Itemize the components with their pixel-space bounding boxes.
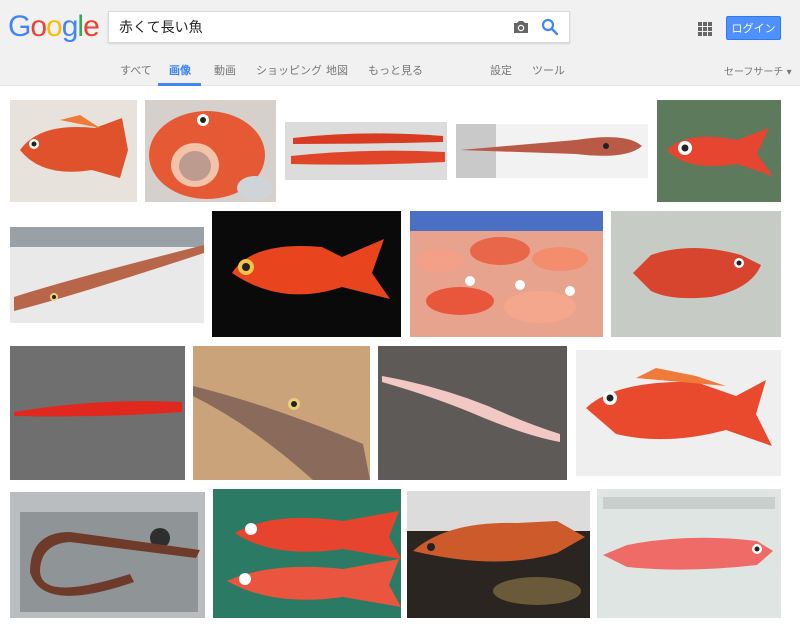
logo-letter: o [30,10,47,43]
image-result[interactable] [10,492,205,618]
image-result[interactable] [193,346,370,480]
image-result[interactable] [285,122,447,180]
search-box [108,11,570,43]
google-logo[interactable]: Google [8,10,100,44]
image-result[interactable] [378,346,567,480]
image-result[interactable] [145,100,276,202]
image-result[interactable] [576,350,781,476]
tab-all[interactable]: すべて [120,62,152,78]
search-icon[interactable] [541,18,559,36]
tab-shopping[interactable]: ショッピング [256,62,322,78]
top-header: Google ログイン すべて 画像 動画 ショッピング 地図 もっと見る 設定… [0,0,800,86]
image-result[interactable] [407,491,590,618]
image-result[interactable] [10,100,137,202]
camera-icon[interactable] [512,19,530,35]
apps-grid-icon[interactable] [698,22,712,36]
safesearch-dropdown[interactable]: セーフサーチ ▾ [724,63,792,78]
logo-letter: e [83,10,100,43]
tab-maps[interactable]: 地図 [326,62,348,78]
image-result[interactable] [410,211,603,337]
tab-videos[interactable]: 動画 [214,62,236,78]
image-result[interactable] [212,211,401,337]
tab-tools[interactable]: ツール [532,62,565,78]
image-result[interactable] [657,100,781,202]
active-tab-indicator [158,83,201,86]
tab-images[interactable]: 画像 [169,62,191,78]
image-result[interactable] [10,346,185,480]
login-button[interactable]: ログイン [726,16,781,40]
image-result[interactable] [597,489,781,618]
tab-more[interactable]: もっと見る [368,62,423,78]
image-result[interactable] [10,227,204,323]
tab-settings[interactable]: 設定 [490,62,512,78]
image-result[interactable] [456,124,648,178]
logo-letter: o [46,10,63,43]
image-result[interactable] [611,211,781,337]
search-input[interactable] [119,12,499,42]
logo-letter: g [61,10,79,43]
image-result[interactable] [213,489,401,618]
logo-letter: G [8,10,31,43]
